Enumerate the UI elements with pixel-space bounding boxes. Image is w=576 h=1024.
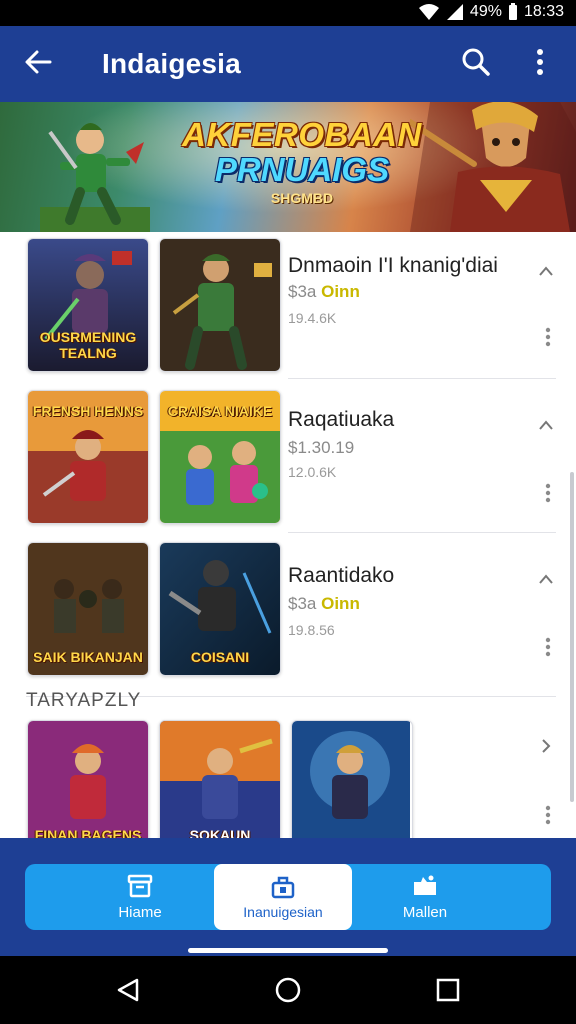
wifi-icon (418, 3, 440, 21)
expand-button[interactable] (534, 414, 558, 438)
overflow-menu-button[interactable] (524, 44, 556, 84)
item-more-button[interactable] (536, 634, 560, 664)
app-list: OUSRMENING TEALNG Dnmaoin I'I knanig'dia… (0, 232, 576, 838)
home-indicator[interactable] (188, 948, 388, 953)
banner-tag: SHGMBD (270, 190, 334, 206)
app-size: 19.8.56 (288, 622, 335, 638)
nav-item-menu[interactable]: Mallen (370, 864, 480, 930)
chevron-icon (539, 571, 553, 589)
thumbnail-caption: OUSRMENING TEALNG (39, 329, 137, 361)
item-more-button[interactable] (536, 480, 560, 510)
app-thumbnail[interactable] (291, 720, 413, 838)
nav-item-home[interactable]: Hiame (85, 864, 195, 930)
search-button[interactable] (456, 44, 496, 84)
app-title: Raantidako (288, 564, 395, 587)
chevron-icon (541, 738, 551, 758)
system-recents-button[interactable] (430, 974, 466, 1010)
page-title: Indaigesia (102, 48, 241, 79)
price-coin: Oinn (321, 282, 360, 301)
banner-hero-right-art (410, 102, 576, 232)
app-price: $3a Oinn (288, 282, 360, 301)
app-title: Dnmaoin I'I knanig'diai (288, 254, 498, 277)
app-thumbnail[interactable]: FRENSH HENNS (27, 390, 149, 524)
app-thumbnail[interactable]: FINAN BAGENS (27, 720, 149, 838)
expand-button[interactable] (534, 568, 558, 592)
thumbnail-caption: CRAISA NIAIKE (167, 403, 273, 419)
system-navigation-bar (0, 956, 576, 1024)
nav-item-indonesian[interactable]: Inanuigesian (214, 864, 352, 930)
more-vert-icon (545, 805, 551, 830)
chevron-icon (539, 417, 553, 435)
more-vert-icon (536, 48, 544, 81)
banner-subtitle: PRNUAIGS (214, 151, 390, 188)
nav-label-home: Hiame (118, 903, 162, 921)
app-price: $1.30.19 (288, 438, 355, 457)
nav-label-indonesian: Inanuigesian (243, 903, 323, 920)
item-more-button[interactable] (536, 802, 560, 832)
bottom-nav: Hiame Inanuigesian Mallen (25, 864, 551, 930)
system-back-button[interactable] (110, 974, 146, 1010)
app-thumbnail[interactable]: SOKAUN (159, 720, 281, 838)
expand-button[interactable] (534, 736, 558, 760)
back-button[interactable] (18, 44, 58, 84)
expand-button[interactable] (534, 260, 558, 284)
menu-icon (411, 874, 439, 904)
section-label: TARYAPZLY (26, 690, 142, 711)
back-triangle-icon (115, 977, 141, 1008)
system-home-button[interactable] (270, 974, 306, 1010)
app-thumbnail[interactable]: SAIK BIKANJAN (27, 542, 149, 676)
recents-square-icon (435, 977, 461, 1008)
more-vert-icon (545, 637, 551, 662)
divider (288, 378, 556, 379)
status-bar: 49% 18:33 (0, 0, 576, 26)
thumbnail-caption: FINAN BAGENS (34, 827, 142, 838)
price-coin: Oinn (321, 594, 360, 613)
app-title: Raqatiuaka (288, 408, 395, 431)
thumbnail-caption: SOKAUN (189, 827, 251, 838)
scrollbar[interactable] (570, 472, 574, 802)
nav-label-menu: Mallen (402, 903, 448, 921)
chevron-icon (539, 263, 553, 281)
bottom-navigation-area: Hiame Inanuigesian Mallen (0, 838, 576, 956)
more-vert-icon (545, 327, 551, 352)
thumbnail-caption: COISANI (190, 649, 250, 665)
banner-title: AKFEROBAAN (182, 116, 422, 153)
battery-level: 49% (469, 3, 502, 20)
app-thumbnail[interactable]: CRAISA NIAIKE (159, 390, 281, 524)
app-price: $3a Oinn (288, 594, 360, 613)
app-bar: Indaigesia (0, 26, 576, 102)
clock: 18:33 (523, 3, 564, 20)
app-thumbnail[interactable]: COISANI (159, 542, 281, 676)
item-more-button[interactable] (536, 324, 560, 354)
signal-icon (446, 3, 464, 21)
app-thumbnail[interactable] (159, 238, 281, 372)
home-circle-icon (274, 976, 302, 1009)
back-arrow-icon (24, 48, 52, 81)
status-icons: 49% 18:33 (418, 3, 564, 21)
battery-icon (508, 3, 518, 21)
home-icon (127, 874, 153, 904)
divider (288, 532, 556, 533)
app-size: 12.0.6K (288, 464, 337, 480)
app-size: 19.4.6K (288, 310, 337, 326)
search-icon (461, 47, 491, 82)
store-icon (269, 875, 297, 904)
promo-banner[interactable]: AKFEROBAAN PRNUAIGS SHGMBD (0, 102, 576, 232)
app-thumbnail[interactable]: OUSRMENING TEALNG (27, 238, 149, 372)
banner-hero-left-art (40, 123, 150, 232)
thumbnail-caption: FRENSH HENNS (32, 403, 144, 419)
more-vert-icon (545, 483, 551, 508)
thumbnail-caption: SAIK BIKANJAN (33, 649, 143, 665)
